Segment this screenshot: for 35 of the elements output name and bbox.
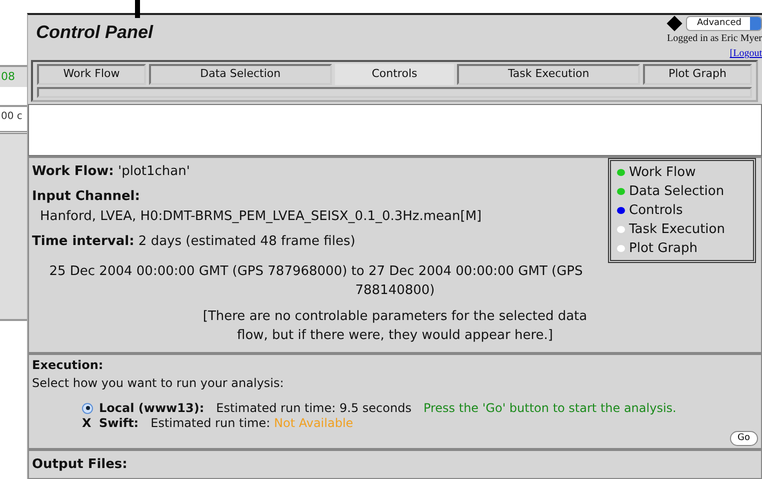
logout-link[interactable]: [Logout	[730, 46, 762, 61]
option-label: Swift:	[99, 416, 139, 430]
tab[interactable]: Controls	[334, 64, 454, 84]
info-line: Time interval: 2 days (estimated 48 frame files)	[32, 234, 356, 249]
legend-label: Data Selection	[629, 182, 724, 200]
info-line: Work Flow: 'plot1chan'	[32, 164, 190, 178]
estimate-label: Estimated run time:	[216, 400, 336, 414]
window-title: Control Panel	[35, 21, 154, 44]
background-window-edge	[135, 0, 140, 18]
section-heading: Output Files:	[32, 456, 128, 472]
legend-label: Controls	[629, 202, 683, 220]
background-window-cell: 08	[0, 65, 27, 87]
info-note: [There are no controlable parameters for the selected data flow, but if there were, they would appear here.]	[202, 308, 588, 345]
time-range: 25 Dec 2004 00:00:00 GMT (GPS 787968000) to 27 Dec 2004 00:00:00 GMT (GPS 788140800)	[48, 262, 584, 300]
login-text: Logged in as Eric Myer	[667, 32, 762, 46]
tab[interactable]: Work Flow	[37, 64, 146, 84]
tab[interactable]: Plot Graph	[642, 64, 752, 84]
info-value: Hanford, LVEA, H0:DMT-BRMS_PEM_LVEA_SEISX_0.1_0.3Hz.mean[M]	[40, 208, 482, 224]
tab[interactable]: Task Execution	[457, 64, 640, 84]
info-label: Input Channel:	[32, 189, 140, 204]
estimate-value: Not Available	[274, 416, 354, 430]
legend-label: Task Execution	[629, 220, 725, 238]
legend-label: Work Flow	[629, 164, 696, 182]
mode-select[interactable]: Advanced	[686, 16, 762, 31]
legend-label: Plot Graph	[629, 240, 698, 258]
hint-text: Press the 'Go' button to start the analysis.	[423, 400, 676, 414]
prompt-text: Select how you want to run your analysis:	[32, 374, 285, 392]
option-label: Local (www13):	[99, 400, 204, 416]
section-heading: Execution:	[32, 356, 104, 374]
tab[interactable]: Data Selection	[149, 64, 332, 84]
estimate-label: Estimated run time:	[150, 416, 270, 430]
go-button[interactable]: Go	[730, 430, 758, 446]
radio-button[interactable]	[82, 402, 93, 414]
estimate-value: 9.5 seconds	[340, 400, 412, 414]
unavailable-mark: X	[82, 416, 92, 430]
